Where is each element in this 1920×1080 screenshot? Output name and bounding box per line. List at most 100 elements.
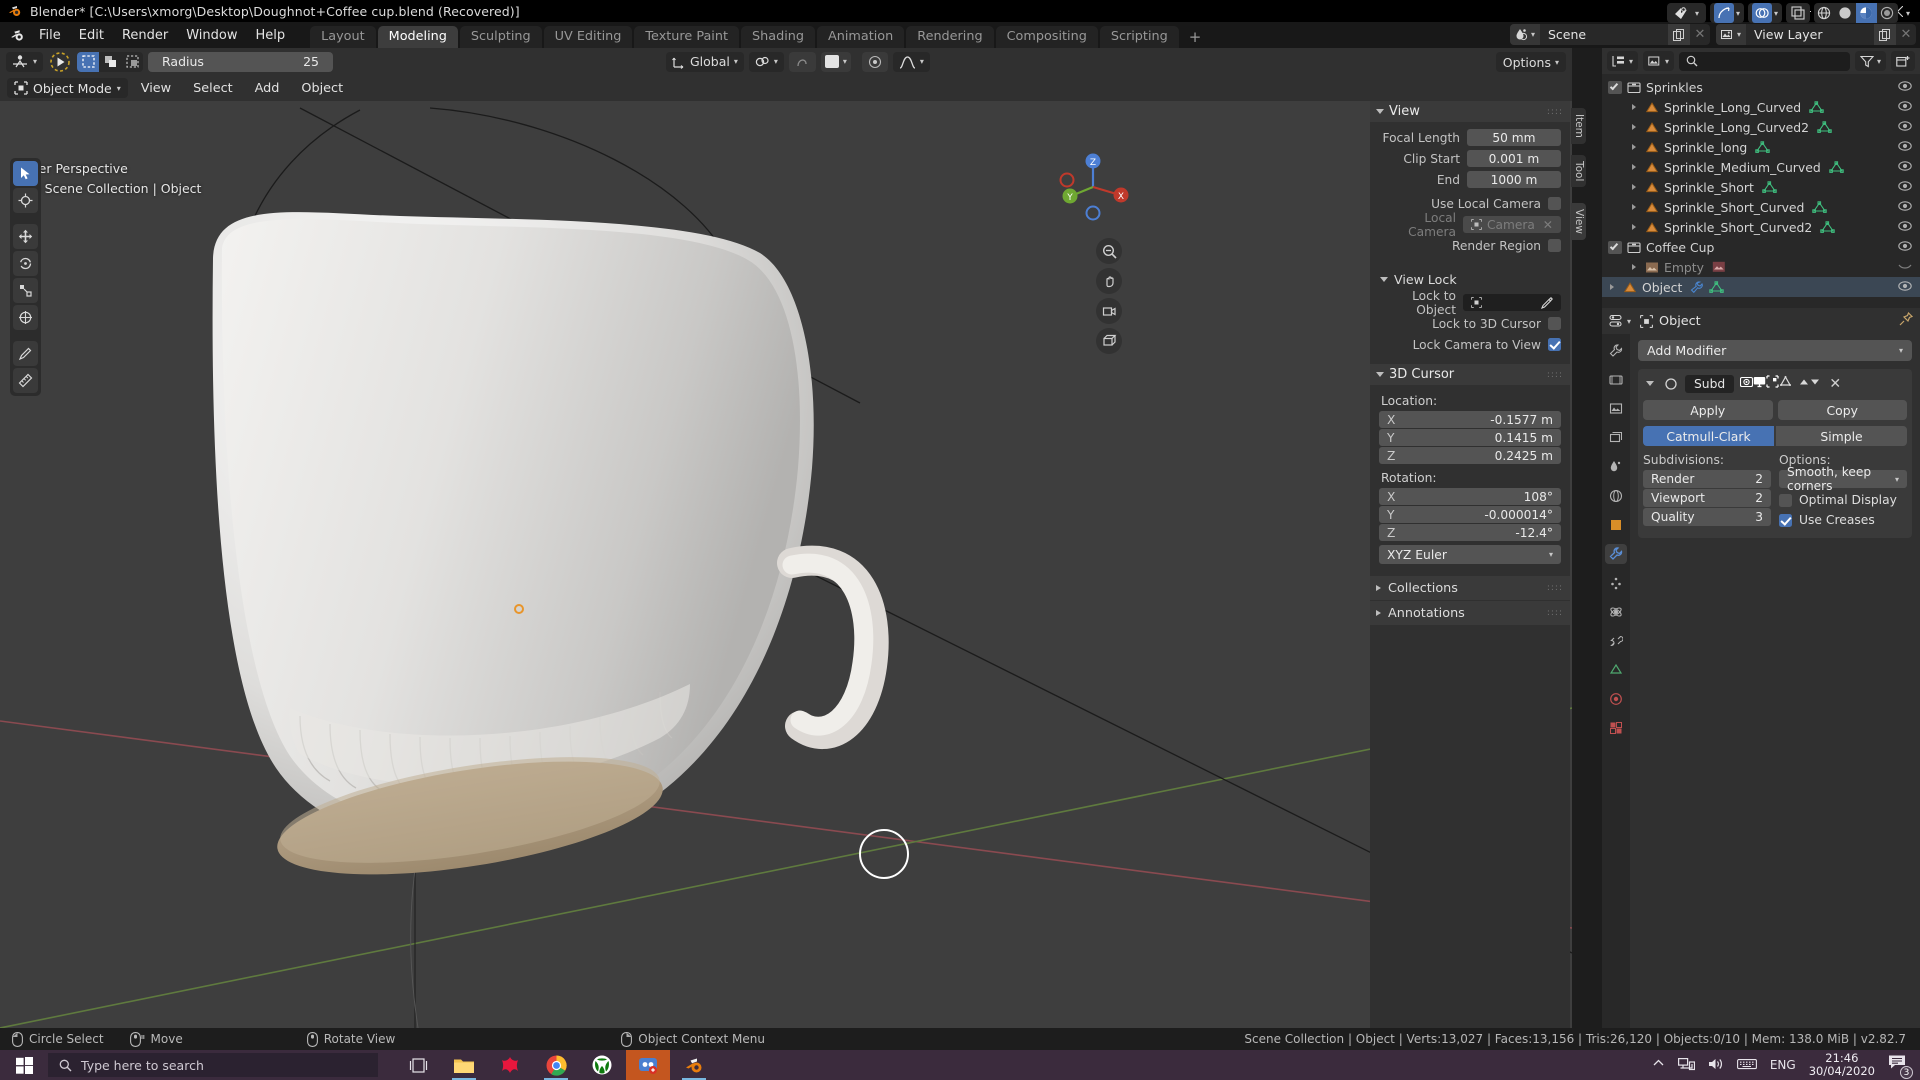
- outliner-row-visibility-toggle[interactable]: [1898, 80, 1912, 95]
- tab-object-properties-icon[interactable]: [1605, 515, 1627, 535]
- show-in-edit-mode-icon[interactable]: [1766, 375, 1779, 392]
- tab-material-properties-icon[interactable]: [1605, 689, 1627, 709]
- outliner-row-visibility-toggle[interactable]: [1898, 160, 1912, 175]
- shading-wireframe-icon[interactable]: [1814, 3, 1835, 23]
- outliner-row[interactable]: Coffee Cup: [1602, 237, 1920, 257]
- outliner-row[interactable]: Sprinkles: [1602, 77, 1920, 97]
- outliner-row-visibility-toggle[interactable]: [1898, 180, 1912, 195]
- file-explorer-icon[interactable]: [442, 1050, 486, 1080]
- view-lock-subpanel-header[interactable]: View Lock: [1370, 269, 1570, 289]
- add-modifier-button[interactable]: Add Modifier ▾: [1638, 340, 1912, 361]
- chevron-down-icon[interactable]: ▾: [1736, 9, 1740, 18]
- outliner-row-visibility-toggle[interactable]: [1898, 220, 1912, 235]
- pin-id-icon[interactable]: [1899, 311, 1914, 330]
- tab-shading[interactable]: Shading: [741, 26, 815, 48]
- tool-tweak-select-icon[interactable]: [13, 161, 38, 186]
- app-red-icon[interactable]: [488, 1050, 532, 1080]
- tab-scene-properties-icon[interactable]: [1605, 457, 1627, 477]
- toggle-orthographic-icon[interactable]: [1096, 328, 1122, 354]
- blender-icon[interactable]: [672, 1050, 716, 1080]
- active-tool-icon[interactable]: ▾: [6, 51, 44, 72]
- delete-modifier-button[interactable]: ✕: [1824, 374, 1846, 393]
- remove-view-layer-button[interactable]: ✕: [1896, 24, 1916, 45]
- snap-toggle[interactable]: ▾: [748, 51, 784, 72]
- collections-panel-header[interactable]: Collections ::::: [1370, 576, 1570, 600]
- cursor-panel-header[interactable]: 3D Cursor ::::: [1370, 364, 1570, 385]
- lock-to-3d-cursor-checkbox[interactable]: [1548, 317, 1561, 330]
- tab-rendering[interactable]: Rendering: [906, 26, 994, 48]
- outliner-row[interactable]: Sprinkle_Short_Curved2: [1602, 217, 1920, 237]
- menu-render[interactable]: Render: [113, 25, 177, 46]
- tab-output-properties-icon[interactable]: [1605, 399, 1627, 419]
- keyboard-icon[interactable]: [1736, 1057, 1757, 1074]
- scene-name[interactable]: Scene: [1539, 24, 1668, 45]
- outliner-row-visibility-toggle[interactable]: [1898, 240, 1912, 255]
- zoom-icon[interactable]: [1096, 238, 1122, 264]
- tab-view-layer-properties-icon[interactable]: [1605, 428, 1627, 448]
- viewport-subdivisions-field[interactable]: Viewport 2: [1643, 489, 1771, 507]
- focal-length-field[interactable]: 50 mm: [1467, 129, 1561, 146]
- network-icon[interactable]: [1677, 1057, 1695, 1074]
- n-tab-tool[interactable]: Tool: [1571, 155, 1586, 188]
- lock-camera-to-view-checkbox[interactable]: [1548, 338, 1561, 351]
- outliner-expand-triangle-icon[interactable]: [1630, 223, 1645, 231]
- transform-orientation-selector[interactable]: Global ▾: [666, 51, 744, 72]
- notification-center-button[interactable]: 3: [1888, 1054, 1913, 1079]
- view-layer-selector[interactable]: ▾ View Layer ✕: [1715, 24, 1916, 45]
- show-on-cage-icon[interactable]: [1779, 375, 1792, 392]
- interaction-mode-selector[interactable]: Object Mode ▾: [7, 78, 128, 98]
- move-modifier-down-button[interactable]: [1810, 376, 1820, 391]
- camera-view-icon[interactable]: [1096, 298, 1122, 324]
- use-creases-checkbox[interactable]: [1779, 513, 1792, 527]
- tab-render-properties-icon[interactable]: [1605, 370, 1627, 390]
- rotation-mode-selector[interactable]: XYZ Euler ▾: [1379, 545, 1561, 564]
- cursor-rotation-y[interactable]: Y -0.000014°: [1379, 506, 1561, 523]
- outliner-search-input[interactable]: [1679, 51, 1850, 71]
- view-layer-name[interactable]: View Layer: [1746, 24, 1874, 45]
- blender-menu-icon[interactable]: [4, 22, 30, 48]
- copy-modifier-button[interactable]: Copy: [1777, 400, 1907, 420]
- select-extend-icon[interactable]: [99, 52, 121, 72]
- viewport-menu-add[interactable]: Add: [246, 79, 289, 98]
- new-view-layer-button[interactable]: [1874, 24, 1896, 45]
- shading-popover-chevron-icon[interactable]: ▾: [1902, 9, 1914, 18]
- tool-annotate-icon[interactable]: [13, 341, 38, 366]
- properties-editor-type-selector[interactable]: ▾: [1609, 314, 1631, 328]
- optimal-display-checkbox[interactable]: [1779, 493, 1792, 507]
- viewport-menu-view[interactable]: View: [132, 79, 180, 98]
- clip-start-field[interactable]: 0.001 m: [1467, 150, 1561, 167]
- show-in-render-icon[interactable]: [1740, 375, 1754, 392]
- tab-modifier-properties-icon[interactable]: [1605, 544, 1627, 564]
- taskbar-search-input[interactable]: Type here to search: [48, 1053, 378, 1077]
- render-subdivisions-field[interactable]: Render 2: [1643, 470, 1771, 488]
- toggle-xray-icon[interactable]: [1785, 3, 1810, 23]
- cursor-location-y[interactable]: Y 0.1415 m: [1379, 429, 1561, 446]
- show-gizmo-icon[interactable]: [1713, 3, 1734, 23]
- outliner-expand-triangle-icon[interactable]: [1630, 143, 1645, 151]
- tab-sculpting[interactable]: Sculpting: [459, 26, 542, 48]
- tool-move-icon[interactable]: [13, 224, 38, 249]
- tab-physics-properties-icon[interactable]: [1605, 602, 1627, 622]
- outliner-row-visibility-toggle[interactable]: [1898, 200, 1912, 215]
- clear-local-camera-icon[interactable]: ✕: [1543, 218, 1553, 232]
- display-mode-selector[interactable]: ▾: [1643, 51, 1675, 71]
- editor-type-selector[interactable]: ▾: [1607, 51, 1639, 71]
- tab-object-data-properties-icon[interactable]: [1605, 660, 1627, 680]
- outliner-row[interactable]: Sprinkle_Short_Curved: [1602, 197, 1920, 217]
- outliner-row-visibility-toggle[interactable]: [1898, 260, 1912, 275]
- cursor-rotation-z[interactable]: Z -12.4°: [1379, 524, 1561, 541]
- outliner-expand-triangle-icon[interactable]: [1630, 163, 1645, 171]
- viewport-options-menu[interactable]: Options ▾: [1495, 52, 1566, 72]
- proportional-connected-toggle[interactable]: [861, 51, 888, 72]
- outliner-expand-triangle-icon[interactable]: [1608, 283, 1623, 291]
- viewport-canvas[interactable]: [0, 48, 1572, 1028]
- apply-modifier-button[interactable]: Apply: [1643, 400, 1773, 420]
- tab-animation[interactable]: Animation: [817, 26, 905, 48]
- tab-uv-editing[interactable]: UV Editing: [543, 26, 633, 48]
- tab-modeling[interactable]: Modeling: [377, 26, 458, 48]
- navigation-gizmo[interactable]: Z Y X: [1054, 148, 1132, 226]
- quality-field[interactable]: Quality 3: [1643, 508, 1771, 526]
- volume-icon[interactable]: [1708, 1057, 1724, 1074]
- n-tab-view[interactable]: View: [1571, 203, 1586, 240]
- outliner-expand-triangle-icon[interactable]: [1630, 183, 1645, 191]
